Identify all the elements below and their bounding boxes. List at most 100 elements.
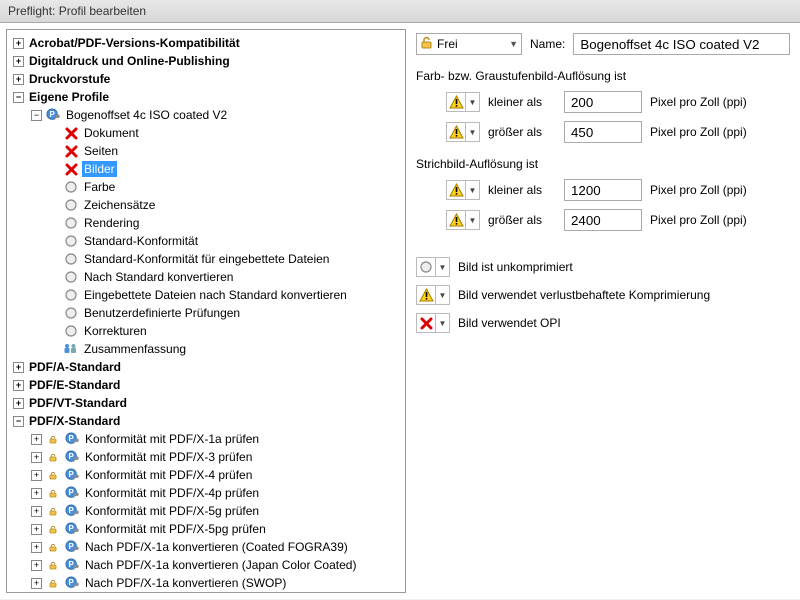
tree-konv-fogra[interactable]: + Nach PDF/X-1a konvertieren (Coated FOG… [9, 538, 403, 556]
window-titlebar: Preflight: Profil bearbeiten [0, 0, 800, 23]
profile-name-input[interactable] [573, 33, 790, 55]
tree-korrekt[interactable]: Korrekturen [9, 322, 403, 340]
tree-seiten[interactable]: Seiten [9, 142, 403, 160]
expander-icon[interactable]: + [31, 560, 42, 571]
lock-dropdown[interactable]: Frei ▼ [416, 33, 522, 55]
profile-icon [64, 449, 80, 465]
tree-x4p[interactable]: + Konformität mit PDF/X-4p prüfen [9, 484, 403, 502]
line-min-input[interactable] [564, 179, 642, 201]
tree-x5g[interactable]: + Konformität mit PDF/X-5g prüfen [9, 502, 403, 520]
tree-embkonv[interactable]: Eingebettete Dateien nach Standard konve… [9, 286, 403, 304]
expander-icon[interactable]: − [31, 110, 42, 121]
check-opi-label: Bild verwendet OPI [458, 316, 561, 330]
expander-icon[interactable]: − [13, 416, 24, 427]
severity-dropdown[interactable]: ▼ [466, 92, 480, 112]
expander-icon[interactable]: + [31, 506, 42, 517]
section-color-label: Farb- bzw. Graustufenbild-Auflösung ist [416, 69, 790, 83]
expander-icon[interactable]: + [13, 380, 24, 391]
tree-profile[interactable]: − Bogenoffset 4c ISO coated V2 [9, 106, 403, 124]
severity-dropdown[interactable]: ▼ [436, 257, 450, 277]
tree-stdkonf[interactable]: Standard-Konformität [9, 232, 403, 250]
circle-icon [63, 251, 79, 267]
tree-pdfvt[interactable]: + PDF/VT-Standard [9, 394, 403, 412]
severity-dropdown[interactable]: ▼ [466, 210, 480, 230]
expander-icon[interactable]: + [31, 434, 42, 445]
error-icon [63, 143, 79, 159]
tree-konv-japan[interactable]: + Nach PDF/X-1a konvertieren (Japan Colo… [9, 556, 403, 574]
tree-dokument[interactable]: Dokument [9, 124, 403, 142]
circle-icon [63, 233, 79, 249]
tree-x5pg[interactable]: + Konformität mit PDF/X-5pg prüfen [9, 520, 403, 538]
circle-icon [63, 179, 79, 195]
expander-icon[interactable]: + [13, 398, 24, 409]
tree-pdfx[interactable]: − PDF/X-Standard [9, 412, 403, 430]
expander-icon[interactable]: + [13, 56, 24, 67]
severity-dropdown[interactable]: ▼ [466, 180, 480, 200]
tree-rendering[interactable]: Rendering [9, 214, 403, 232]
tree-farbe[interactable]: Farbe [9, 178, 403, 196]
circle-icon [63, 269, 79, 285]
expander-icon[interactable]: + [31, 578, 42, 589]
color-max-input[interactable] [564, 121, 642, 143]
lock-icon [45, 449, 61, 465]
expander-icon[interactable]: + [31, 488, 42, 499]
people-icon [63, 341, 79, 357]
circle-icon [63, 305, 79, 321]
expander-icon[interactable]: + [31, 452, 42, 463]
tree-acrobat[interactable]: + Acrobat/PDF-Versions-Kompatibilität [9, 34, 403, 52]
expander-icon[interactable]: + [31, 470, 42, 481]
lock-icon [45, 503, 61, 519]
tree-x1a[interactable]: + Konformität mit PDF/X-1a prüfen [9, 430, 403, 448]
profile-icon [64, 503, 80, 519]
tree-pdfa[interactable]: + PDF/A-Standard [9, 358, 403, 376]
circle-icon [63, 323, 79, 339]
lock-label: Frei [437, 37, 458, 51]
tree-pdfe[interactable]: + PDF/E-Standard [9, 376, 403, 394]
lock-icon [45, 431, 61, 447]
settings-panel: Frei ▼ Name: Farb- bzw. Graustufenbild-A… [412, 29, 794, 593]
warning-icon [446, 122, 466, 142]
profile-icon [64, 467, 80, 483]
lock-icon [420, 36, 433, 52]
expander-icon[interactable]: + [13, 74, 24, 85]
expander-icon[interactable]: − [13, 92, 24, 103]
warning-icon [446, 210, 466, 230]
tree-druck[interactable]: + Druckvorstufe [9, 70, 403, 88]
circle-icon [63, 215, 79, 231]
expander-icon[interactable]: + [13, 38, 24, 49]
tree-x4[interactable]: + Konformität mit PDF/X-4 prüfen [9, 466, 403, 484]
warning-icon [416, 285, 436, 305]
tree-konv-swop[interactable]: + Nach PDF/X-1a konvertieren (SWOP) [9, 574, 403, 592]
line-max-input[interactable] [564, 209, 642, 231]
tree-nachstd[interactable]: Nach Standard konvertieren [9, 268, 403, 286]
tree-zusammen[interactable]: Zusammenfassung [9, 340, 403, 358]
chevron-down-icon: ▼ [509, 39, 518, 49]
tree-digital[interactable]: + Digitaldruck und Online-Publishing [9, 52, 403, 70]
tree-x3[interactable]: + Konformität mit PDF/X-3 prüfen [9, 448, 403, 466]
expander-icon[interactable]: + [13, 362, 24, 373]
tree-bilder[interactable]: Bilder [9, 160, 403, 178]
warning-icon [446, 180, 466, 200]
warning-icon [446, 92, 466, 112]
lock-icon [45, 467, 61, 483]
larger-label: größer als [488, 213, 556, 227]
color-min-input[interactable] [564, 91, 642, 113]
error-icon [63, 161, 79, 177]
tree-eigene[interactable]: − Eigene Profile [9, 88, 403, 106]
severity-dropdown[interactable]: ▼ [436, 285, 450, 305]
profile-icon [64, 431, 80, 447]
expander-icon[interactable]: + [31, 542, 42, 553]
profile-tree[interactable]: + Acrobat/PDF-Versions-Kompatibilität + … [6, 29, 406, 593]
lock-icon [45, 557, 61, 573]
severity-dropdown[interactable]: ▼ [436, 313, 450, 333]
expander-icon[interactable]: + [31, 524, 42, 535]
profile-icon [64, 539, 80, 555]
tree-stdkonf-emb[interactable]: Standard-Konformität für eingebettete Da… [9, 250, 403, 268]
smaller-label: kleiner als [488, 183, 556, 197]
error-icon [416, 313, 436, 333]
tree-zeichen[interactable]: Zeichensätze [9, 196, 403, 214]
severity-dropdown[interactable]: ▼ [466, 122, 480, 142]
tree-benutzer[interactable]: Benutzerdefinierte Prüfungen [9, 304, 403, 322]
name-label: Name: [530, 37, 565, 51]
unit-label: Pixel pro Zoll (ppi) [650, 125, 747, 139]
